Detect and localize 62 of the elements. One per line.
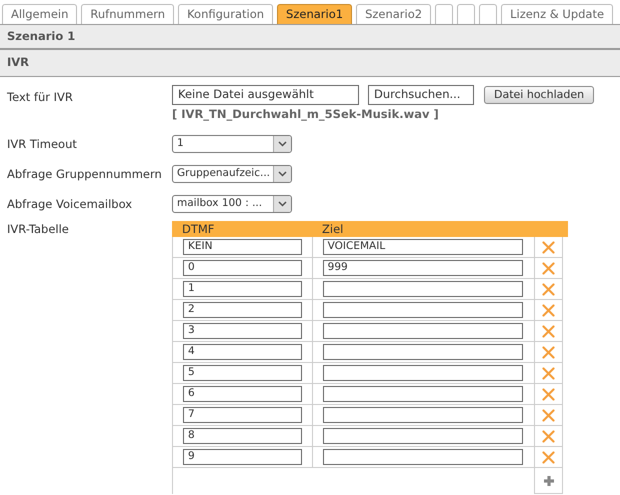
column-header: DTMF [181, 220, 216, 238]
dtmf-input[interactable]: KEIN [183, 239, 302, 256]
field-label: Abfrage Gruppennummern [7, 166, 162, 181]
target-input[interactable] [322, 407, 523, 424]
dropdown-caret-icon[interactable] [273, 196, 291, 212]
delete-icon[interactable] [542, 346, 556, 359]
field-label: Abfrage Voicemailbox [7, 196, 132, 211]
field-label: Text für IVR [7, 90, 73, 104]
target-input[interactable]: VOICEMAIL [322, 239, 523, 256]
dtmf-input[interactable]: 5 [183, 365, 302, 382]
delete-icon[interactable] [542, 430, 556, 443]
target-input[interactable]: 999 [322, 260, 523, 276]
dtmf-input[interactable]: 1 [183, 281, 302, 298]
tab[interactable]: Szenario1 [277, 4, 352, 24]
dropdown[interactable]: Gruppenaufzeic... [172, 165, 292, 184]
dtmf-input[interactable]: 0 [183, 260, 302, 276]
browse-button[interactable]: Durchsuchen... [368, 85, 474, 105]
dtmf-input[interactable]: 4 [183, 344, 302, 360]
tab[interactable]: Rufnummern [81, 4, 174, 24]
delete-icon[interactable] [542, 366, 556, 380]
target-input[interactable] [322, 344, 523, 360]
dtmf-input[interactable]: 2 [183, 302, 302, 318]
delete-icon[interactable] [542, 262, 556, 275]
delete-icon[interactable] [542, 240, 556, 254]
dtmf-input[interactable]: 7 [183, 407, 302, 424]
tab[interactable]: Lizenz & Update [501, 4, 614, 24]
dropdown-caret-icon[interactable] [273, 166, 291, 182]
delete-icon[interactable] [542, 282, 556, 296]
dropdown-caret-icon[interactable] [273, 136, 291, 152]
current-file-name: [ IVR_TN_Durchwahl_m_5Sek-Musik.wav ] [172, 106, 440, 123]
tab[interactable]: Allgemein [2, 4, 78, 24]
delete-icon[interactable] [542, 408, 556, 422]
dtmf-input[interactable]: 3 [183, 323, 302, 340]
target-input[interactable] [322, 323, 523, 340]
field-label: IVR-Tabelle [7, 222, 69, 236]
target-input[interactable] [322, 302, 523, 318]
target-input[interactable] [322, 386, 523, 402]
tab[interactable] [479, 4, 498, 24]
dropdown[interactable]: 1 [172, 135, 292, 154]
target-input[interactable] [322, 428, 523, 444]
field-label: IVR Timeout [7, 136, 77, 151]
dtmf-input[interactable]: 9 [183, 449, 302, 466]
section-header: Szenario 1 [0, 25, 620, 50]
tab[interactable]: Szenario2 [356, 4, 432, 24]
subsection-header: IVR [0, 50, 620, 77]
target-input[interactable] [322, 365, 523, 382]
delete-icon[interactable] [542, 450, 556, 464]
add-icon[interactable] [542, 474, 555, 487]
delete-icon[interactable] [542, 304, 556, 317]
dtmf-input[interactable]: 8 [183, 428, 302, 444]
dtmf-input[interactable]: 6 [183, 386, 302, 402]
upload-button[interactable]: Datei hochladen [484, 86, 594, 104]
tab[interactable] [435, 4, 454, 24]
target-input[interactable] [322, 281, 523, 298]
file-field[interactable]: Keine Datei ausgewählt [172, 85, 359, 105]
column-header: Ziel [321, 220, 344, 238]
dropdown[interactable]: mailbox 100 : ... [172, 195, 292, 214]
tab[interactable] [457, 4, 476, 24]
tab[interactable]: Konfiguration [178, 4, 274, 24]
delete-icon[interactable] [542, 324, 556, 338]
target-input[interactable] [322, 449, 523, 466]
delete-icon[interactable] [542, 388, 556, 401]
